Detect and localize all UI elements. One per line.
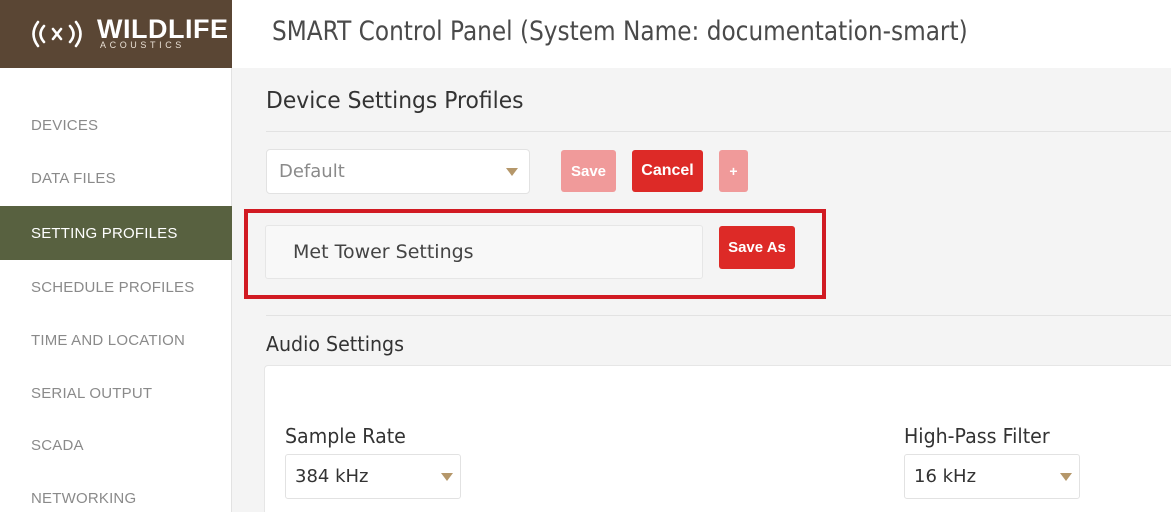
chevron-down-icon: [506, 168, 518, 176]
sample-rate-value: 384 kHz: [295, 466, 369, 487]
divider: [266, 131, 1171, 132]
high-pass-filter-select[interactable]: 16 kHz: [904, 454, 1080, 499]
sidebar-item-data-files[interactable]: DATA FILES: [0, 151, 232, 205]
profile-name-value: Met Tower Settings: [293, 241, 474, 263]
header-bar: SMART Control Panel (System Name: docume…: [232, 0, 1171, 68]
section-title: Device Settings Profiles: [266, 88, 524, 114]
sidebar-item-networking[interactable]: NETWORKING: [0, 471, 232, 512]
profile-select[interactable]: Default: [266, 149, 530, 194]
sample-rate-label: Sample Rate: [285, 424, 406, 448]
sidebar-item-setting-profiles[interactable]: SETTING PROFILES: [0, 206, 232, 260]
chevron-down-icon: [441, 473, 453, 481]
profile-select-value: Default: [279, 161, 345, 182]
audio-settings-title: Audio Settings: [266, 332, 404, 356]
page-title: SMART Control Panel (System Name: docume…: [272, 16, 968, 47]
divider: [266, 315, 1171, 316]
save-button[interactable]: Save: [561, 150, 616, 192]
save-as-button[interactable]: Save As: [719, 226, 795, 269]
logo-subtext: ACOUSTICS: [100, 40, 185, 50]
chevron-down-icon: [1060, 473, 1072, 481]
high-pass-filter-value: 16 kHz: [914, 466, 977, 487]
high-pass-filter-label: High-Pass Filter: [904, 424, 1050, 448]
sidebar-item-serial-output[interactable]: SERIAL OUTPUT: [0, 366, 232, 420]
cancel-button[interactable]: Cancel: [632, 150, 703, 192]
sidebar-item-time-and-location[interactable]: TIME AND LOCATION: [0, 313, 232, 367]
sidebar-item-devices[interactable]: DEVICES: [0, 98, 232, 152]
sidebar: DEVICES DATA FILES SETTING PROFILES SCHE…: [0, 68, 232, 512]
sample-rate-select[interactable]: 384 kHz: [285, 454, 461, 499]
sidebar-item-schedule-profiles[interactable]: SCHEDULE PROFILES: [0, 260, 232, 314]
profile-name-input[interactable]: Met Tower Settings: [265, 225, 703, 279]
add-profile-button[interactable]: +: [719, 150, 748, 192]
sound-wave-logo-icon: [32, 20, 82, 48]
logo: WILDLIFE ACOUSTICS: [0, 0, 232, 68]
sidebar-item-scada[interactable]: SCADA: [0, 418, 232, 472]
